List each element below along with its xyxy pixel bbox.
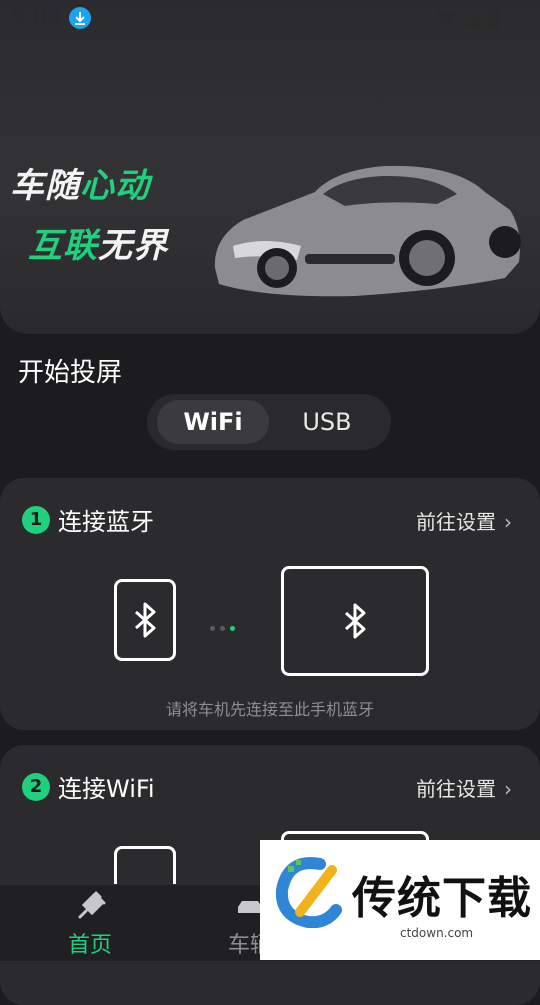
hero-banner: 车随心动 互联无界 (0, 0, 540, 334)
wifi-signal-icon (435, 10, 458, 27)
car-image (214, 165, 521, 297)
goto-settings-label: 前往设置 (416, 777, 496, 801)
status-bar: 9:09 (0, 0, 540, 36)
bluetooth-icon (135, 602, 156, 638)
slogan-line-2: 互联无界 (28, 226, 168, 266)
slogan-line-1: 车随心动 (10, 166, 150, 206)
dot-active (230, 626, 235, 631)
goto-settings-label: 前往设置 (416, 510, 496, 534)
tab-home[interactable]: 首页 (30, 885, 150, 961)
mode-usb-button[interactable]: USB (271, 400, 383, 444)
step-hint: 请将车机先连接至此手机蓝牙 (165, 700, 374, 719)
status-icons (435, 8, 500, 32)
cell-signal-icon (464, 11, 481, 27)
watermark-url: ctdown.com (400, 926, 474, 940)
phone-bluetooth-illustration (114, 579, 176, 661)
step-number-badge: 2 (22, 773, 50, 801)
status-time: 9:09 (12, 6, 62, 31)
chevron-right-icon: › (504, 777, 512, 801)
chevron-right-icon: › (504, 510, 512, 534)
goto-settings-link[interactable]: 前往设置 › (416, 773, 512, 802)
step-number-badge: 1 (22, 506, 50, 534)
step-title: 连接蓝牙 (58, 508, 154, 536)
watermark-logo (275, 857, 342, 928)
step-card-bluetooth: 1 连接蓝牙 前往设置 › 请将车机先连接至此手机蓝牙 (0, 478, 540, 730)
step-title: 连接WiFi (58, 775, 155, 803)
tab-home-label: 首页 (67, 933, 112, 958)
goto-settings-link[interactable]: 前往设置 › (416, 506, 512, 535)
section-title: 开始投屏 (18, 358, 123, 388)
dot (210, 626, 215, 631)
plug-icon (78, 891, 106, 919)
mode-wifi-button[interactable]: WiFi (157, 400, 269, 444)
connection-mode-toggle: WiFi USB (147, 394, 391, 450)
car-bluetooth-illustration (281, 566, 429, 676)
dot (220, 626, 225, 631)
bluetooth-icon (345, 603, 366, 639)
watermark-overlay: 传统下载 ctdown.com (260, 840, 540, 960)
pairing-dots (210, 616, 240, 635)
battery-icon (488, 8, 500, 28)
download-icon (69, 7, 91, 29)
watermark-title: 传统下载 (352, 873, 532, 924)
